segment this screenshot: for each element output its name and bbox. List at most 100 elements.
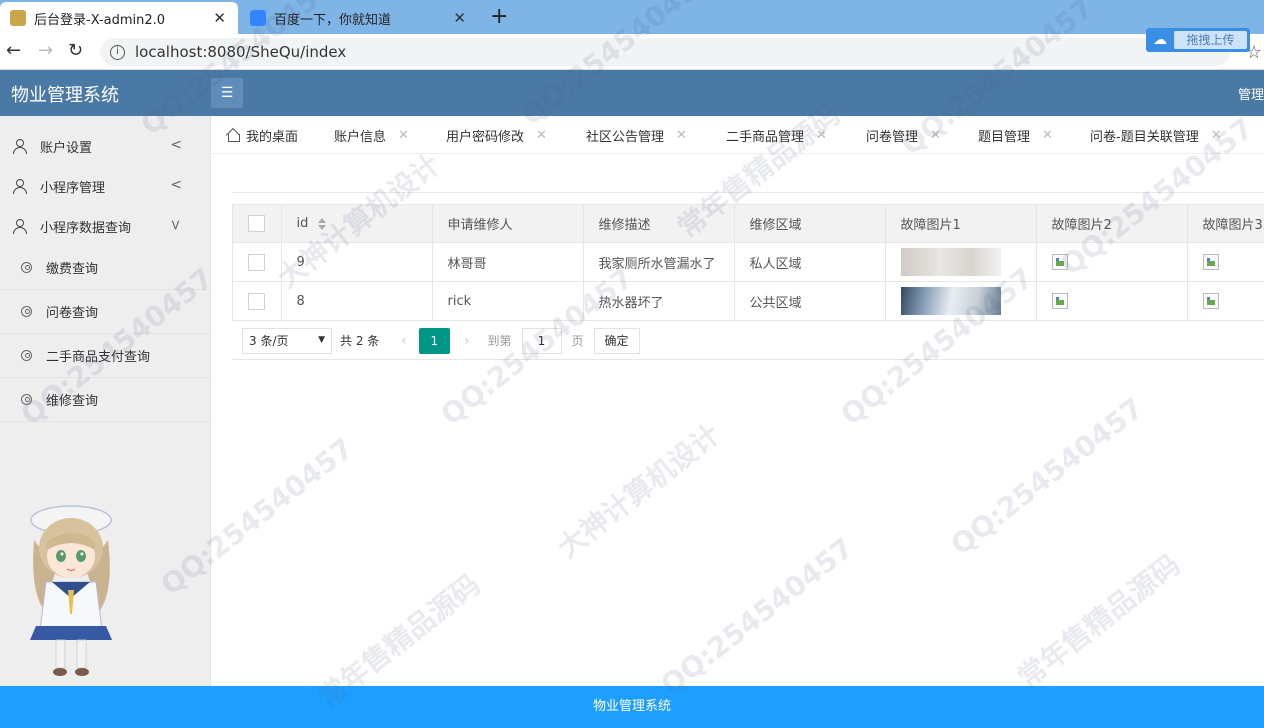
goto-page-input[interactable]: 1 — [521, 327, 562, 354]
page-unit-label: 页 — [571, 334, 584, 348]
table-row[interactable]: 8 rick 热水器坏了 公共区域 — [233, 281, 1264, 321]
table-row[interactable]: 9 林哥哥 我家厕所水管漏水了 私人区域 — [233, 242, 1264, 282]
close-icon[interactable]: ✕ — [536, 128, 547, 143]
admin-favicon-icon — [10, 10, 26, 26]
address-bar-row: ← → ↻ i localhost:8080/SheQu/index ☆ — [0, 34, 1264, 70]
sidebar-subitem-fee-query[interactable]: 缴费查询 — [0, 246, 210, 290]
browser-tab-admin[interactable]: 后台登录-X-admin2.0 ✕ — [0, 2, 238, 34]
goto-label: 到第 — [487, 334, 512, 348]
close-icon[interactable]: ✕ — [816, 128, 827, 143]
tab-survey-question-link[interactable]: 问卷-题目关联管理 ✕ — [1090, 116, 1222, 154]
sidebar-item-label: 账户设置 — [40, 140, 93, 156]
header-admin-menu[interactable]: 管理 — [1238, 84, 1264, 103]
user-circle-icon — [21, 350, 32, 361]
sidebar-subitem-label: 二手商品支付查询 — [46, 350, 151, 365]
column-header-label: id — [296, 216, 309, 231]
sidebar-item-label: 小程序管理 — [40, 180, 106, 196]
cell-description: 我家厕所水管漏水了 — [583, 242, 735, 282]
prev-page-icon[interactable]: ‹ — [401, 333, 407, 349]
tab-password-change[interactable]: 用户密码修改 ✕ — [446, 116, 547, 154]
cell-applicant: rick — [432, 281, 584, 321]
content-area: id 申请维修人 维修描述 维修区域 故障图片1 故障图片2 故障图片3 9 林… — [212, 154, 1264, 686]
next-page-icon[interactable]: › — [464, 333, 470, 349]
tab-label: 问卷管理 — [866, 129, 919, 145]
sidebar-item-miniprogram-data[interactable]: 小程序数据查询 < — [0, 206, 210, 246]
tab-label: 问卷-题目关联管理 — [1090, 129, 1199, 145]
close-icon[interactable]: ✕ — [398, 128, 409, 143]
forward-arrow-icon[interactable]: → — [38, 40, 53, 61]
dropdown-arrow-icon: ▼ — [318, 334, 325, 345]
url-text: localhost:8080/SheQu/index — [135, 43, 347, 61]
total-count: 共 2 条 — [340, 334, 380, 348]
fault-image-thumbnail[interactable] — [900, 248, 1001, 276]
close-icon[interactable]: ✕ — [676, 128, 687, 143]
tab-account-info[interactable]: 账户信息 ✕ — [334, 116, 409, 154]
user-icon — [12, 218, 28, 234]
sidebar-item-miniprogram-manage[interactable]: 小程序管理 < — [0, 166, 210, 206]
chevron-left-icon: < — [170, 177, 182, 193]
close-icon[interactable]: ✕ — [930, 128, 941, 143]
sidebar-subitem-survey-query[interactable]: 问卷查询 — [0, 290, 210, 334]
sidebar-item-account-settings[interactable]: 账户设置 < — [0, 126, 210, 166]
user-circle-icon — [21, 394, 32, 405]
fault-image-thumbnail[interactable] — [900, 287, 1001, 315]
cell-id: 8 — [281, 281, 433, 321]
cell-image1 — [885, 242, 1037, 282]
close-icon[interactable]: ✕ — [1211, 128, 1222, 143]
browser-tab-baidu[interactable]: 百度一下，你就知道 ✕ — [240, 2, 478, 34]
tab-question-manage[interactable]: 题目管理 ✕ — [978, 116, 1053, 154]
repair-table: id 申请维修人 维修描述 维修区域 故障图片1 故障图片2 故障图片3 9 林… — [232, 204, 1264, 321]
browser-tab-bar: 后台登录-X-admin2.0 ✕ 百度一下，你就知道 ✕ + — [0, 0, 1264, 34]
close-icon[interactable]: ✕ — [1042, 128, 1053, 143]
sidebar-subitem-label: 缴费查询 — [46, 262, 99, 277]
row-select-cell — [233, 281, 282, 321]
app-header: 物业管理系统 ☰ 管理 — [0, 70, 1264, 116]
goto-confirm-button[interactable]: 确定 — [593, 327, 640, 354]
close-tab-icon[interactable]: ✕ — [213, 9, 226, 27]
pagination: 3 条/页 ▼ 共 2 条 ‹ 1 › 到第 1 页 确定 — [232, 322, 1264, 360]
tab-label: 用户密码修改 — [446, 129, 525, 145]
tab-secondhand-goods[interactable]: 二手商品管理 ✕ — [726, 116, 827, 154]
tab-survey-manage[interactable]: 问卷管理 ✕ — [866, 116, 941, 154]
column-header-image2: 故障图片2 — [1036, 204, 1188, 243]
table-header-row: id 申请维修人 维修描述 维修区域 故障图片1 故障图片2 故障图片3 — [233, 204, 1264, 243]
url-field[interactable]: i localhost:8080/SheQu/index — [100, 38, 1230, 66]
sidebar-subitem-secondhand-payment-query[interactable]: 二手商品支付查询 — [0, 334, 210, 378]
tab-community-notice[interactable]: 社区公告管理 ✕ — [586, 116, 687, 154]
cell-image2 — [1036, 242, 1188, 282]
user-icon — [12, 178, 28, 194]
upload-extension[interactable]: ☁ 拖拽上传 — [1146, 28, 1250, 52]
tab-my-desktop[interactable]: 我的桌面 — [226, 116, 298, 154]
cell-image3 — [1187, 242, 1264, 282]
cell-applicant: 林哥哥 — [432, 242, 584, 282]
column-header-applicant: 申请维修人 — [432, 204, 584, 243]
page-button-current[interactable]: 1 — [418, 327, 450, 354]
cell-area: 私人区域 — [734, 242, 886, 282]
column-header-image1: 故障图片1 — [885, 204, 1037, 243]
column-header-image3: 故障图片3 — [1187, 204, 1264, 243]
row-checkbox[interactable] — [248, 292, 265, 310]
footer: 物业管理系统 — [0, 686, 1264, 728]
column-header-id[interactable]: id — [281, 204, 433, 243]
cell-description: 热水器坏了 — [583, 281, 735, 321]
page-tab-strip: 我的桌面 账户信息 ✕ 用户密码修改 ✕ 社区公告管理 ✕ 二手商品管理 ✕ 问… — [212, 116, 1264, 154]
sidebar-subitem-repair-query[interactable]: 维修查询 — [0, 378, 210, 422]
row-checkbox[interactable] — [248, 253, 265, 271]
select-all-cell — [233, 204, 282, 243]
reload-icon[interactable]: ↻ — [68, 40, 83, 61]
back-arrow-icon[interactable]: ← — [6, 40, 21, 61]
close-tab-icon[interactable]: ✕ — [453, 9, 466, 27]
sort-icon[interactable] — [318, 217, 327, 230]
menu-toggle-icon[interactable]: ☰ — [211, 78, 243, 108]
tab-label: 二手商品管理 — [726, 129, 805, 145]
cell-image2 — [1036, 281, 1188, 321]
broken-image-icon — [1202, 254, 1219, 270]
new-tab-plus-icon[interactable]: + — [490, 4, 508, 30]
sidebar-subitem-label: 问卷查询 — [46, 306, 99, 321]
tab-label: 题目管理 — [978, 129, 1031, 145]
per-page-select[interactable]: 3 条/页 ▼ — [242, 327, 332, 354]
select-all-checkbox[interactable] — [248, 215, 265, 232]
info-icon[interactable]: i — [110, 44, 125, 60]
home-icon — [226, 128, 240, 142]
cell-id: 9 — [281, 242, 433, 282]
